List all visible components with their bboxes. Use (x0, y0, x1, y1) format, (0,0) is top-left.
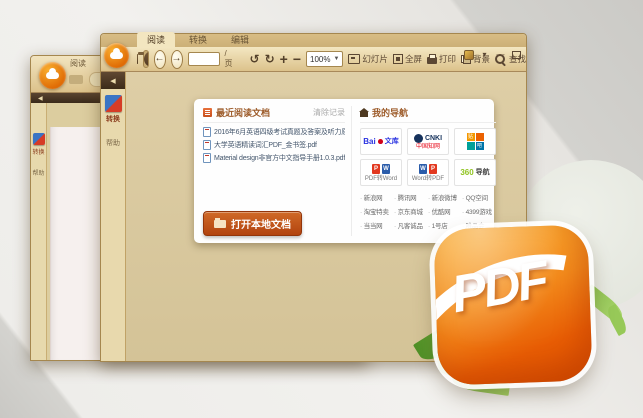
recent-doc-item[interactable]: Material design非官方中文指导手册1.0.3.pdf (203, 151, 345, 164)
cloud-icon (110, 48, 123, 59)
nav-link[interactable]: 腾讯网 (394, 192, 428, 202)
zoom-level-select[interactable]: 100% ▼ (306, 51, 344, 67)
zoom-out-button[interactable]: − (293, 52, 301, 66)
my-navigation-title: 我的导航 (372, 108, 409, 118)
page-count-label: /页 (224, 49, 233, 68)
pdf-doc-icon (203, 152, 211, 163)
my-navigation-section: 我的导航 Bai 文库 CNKI 中国知网 贴 吧 P W PDF转Word W… (352, 106, 496, 236)
tab-convert[interactable]: 转换 (179, 32, 217, 47)
prev-page-button[interactable]: ← (153, 49, 166, 69)
sidebar-help-label[interactable]: 帮助 (106, 138, 120, 148)
maximize-icon (512, 50, 521, 59)
pdf-doc-icon (203, 126, 211, 137)
nav-tile-cnki[interactable]: CNKI 中国知网 (407, 128, 449, 155)
print-icon (426, 54, 437, 64)
leaf-decoration (604, 303, 630, 337)
rotate-right-button[interactable]: ↻ (265, 53, 275, 65)
recent-doc-item[interactable]: 大学英语精读词汇PDF_金书签.pdf (203, 138, 345, 151)
pdf-doc-icon (203, 139, 211, 150)
slideshow-icon (348, 54, 361, 64)
app-logo-icon (104, 43, 129, 68)
fullscreen-button[interactable]: 全屏 (392, 53, 422, 65)
single-page-button[interactable]: 单页 (143, 51, 148, 67)
open-file-icon[interactable] (69, 75, 83, 84)
nav-link[interactable]: 4399游戏 (462, 206, 496, 216)
fullscreen-icon (392, 54, 403, 64)
tab-edit[interactable]: 编辑 (221, 32, 259, 47)
folder-icon (214, 217, 226, 228)
nav-link[interactable]: 优酷网 (428, 206, 462, 216)
zoom-level-value: 100% (310, 54, 331, 64)
prev-icon: ← (154, 53, 165, 64)
zoom-in-button[interactable]: + (280, 52, 288, 66)
collapse-icon: ◀ (110, 77, 116, 85)
paw-icon (377, 139, 383, 144)
clear-history-link[interactable]: 清除记录 (313, 107, 345, 118)
tab-read[interactable]: 阅读 (137, 32, 176, 47)
nav-tile-pdf-to-word[interactable]: PW PDF转Word (360, 159, 402, 186)
cnki-logo-icon (413, 133, 423, 143)
nav-link[interactable]: 淘宝特卖 (360, 206, 394, 216)
tab-read[interactable]: 阅读 (64, 57, 92, 70)
recent-docs-title: 最近阅读文档 (216, 108, 271, 118)
skin-button[interactable] (463, 49, 474, 60)
sidebar-help-label[interactable]: 帮助 (32, 168, 44, 177)
front-window-titlebar[interactable]: 阅读 转换 编辑 (101, 32, 526, 47)
pdf-to-word-icon[interactable] (32, 133, 45, 145)
home-icon (359, 107, 369, 117)
nav-link[interactable]: 新浪网 (360, 192, 394, 202)
rotate-left-button[interactable]: ↺ (250, 53, 260, 65)
back-sidebar: 转换 帮助 (31, 103, 47, 360)
start-page-card: 最近阅读文档 清除记录 2016年6月英语四级考试真题及答案及听力原文.pdf … (194, 99, 496, 243)
open-file-button[interactable] (137, 52, 142, 64)
nav-link[interactable]: 新浪微博 (428, 192, 462, 202)
sidebar-tool-label: 转换 (106, 116, 120, 123)
nav-tile-tieba[interactable]: 贴 吧 (454, 128, 496, 155)
nav-tiles: Bai 文库 CNKI 中国知网 贴 吧 P W PDF转Word W P Wo… (360, 128, 496, 186)
maximize-button[interactable] (511, 49, 522, 60)
nav-link[interactable]: 京东商城 (394, 206, 428, 216)
slideshow-button[interactable]: 幻灯片 (348, 53, 388, 65)
divider (360, 122, 496, 123)
divider (203, 122, 345, 123)
nav-tile-360-nav[interactable]: 360 导航 (454, 159, 496, 186)
minimize-icon: — (496, 49, 505, 59)
nav-tile-baidu-wenku[interactable]: Bai 文库 (360, 128, 402, 155)
collapse-sidebar-button[interactable]: ◀ (101, 72, 125, 89)
next-icon: → (171, 53, 182, 64)
menu-icon: ▾ (482, 49, 487, 59)
recent-documents-section: 最近阅读文档 清除记录 2016年6月英语四级考试真题及答案及听力原文.pdf … (203, 106, 352, 236)
left-sidebar: ◀ 转换 帮助 (101, 72, 126, 361)
window-controls: ▾ — (463, 49, 522, 60)
cloud-icon (46, 68, 59, 79)
nav-link[interactable]: QQ空间 (462, 192, 496, 202)
page-number-input[interactable] (187, 52, 220, 66)
nav-link[interactable]: 凡客诚品 (394, 220, 428, 230)
pdf-app-badge: PDF (433, 224, 593, 386)
open-local-document-button[interactable]: 打开本地文档 (203, 211, 302, 236)
sidebar-tool-label: 转换 (32, 150, 45, 156)
recent-docs-icon (203, 108, 212, 117)
main-menu-button[interactable]: ▾ (479, 49, 490, 60)
app-logo-icon (39, 62, 66, 89)
nav-link[interactable]: 当当网 (360, 220, 394, 230)
desktop-background: 阅读 转换 ◀ 转换 帮助 阅读 转换 编辑 (0, 0, 643, 418)
pdf-to-word-icon[interactable] (104, 95, 122, 112)
print-button[interactable]: 打印 (426, 53, 456, 65)
minimize-button[interactable]: — (495, 49, 506, 60)
nav-tile-word-to-pdf[interactable]: WP Word转PDF (407, 159, 449, 186)
next-page-button[interactable]: → (170, 49, 183, 69)
tieba-logo-icon: 贴 吧 (466, 133, 484, 150)
collapse-icon: ◀ (38, 95, 43, 102)
nav-links: 新浪网 腾讯网 新浪微博 QQ空间 淘宝特卖 京东商城 优酷网 4399游戏 当… (360, 192, 496, 230)
recent-doc-item[interactable]: 2016年6月英语四级考试真题及答案及听力原文.pdf (203, 125, 345, 138)
skin-icon (463, 49, 474, 60)
chevron-down-icon: ▼ (333, 56, 340, 62)
